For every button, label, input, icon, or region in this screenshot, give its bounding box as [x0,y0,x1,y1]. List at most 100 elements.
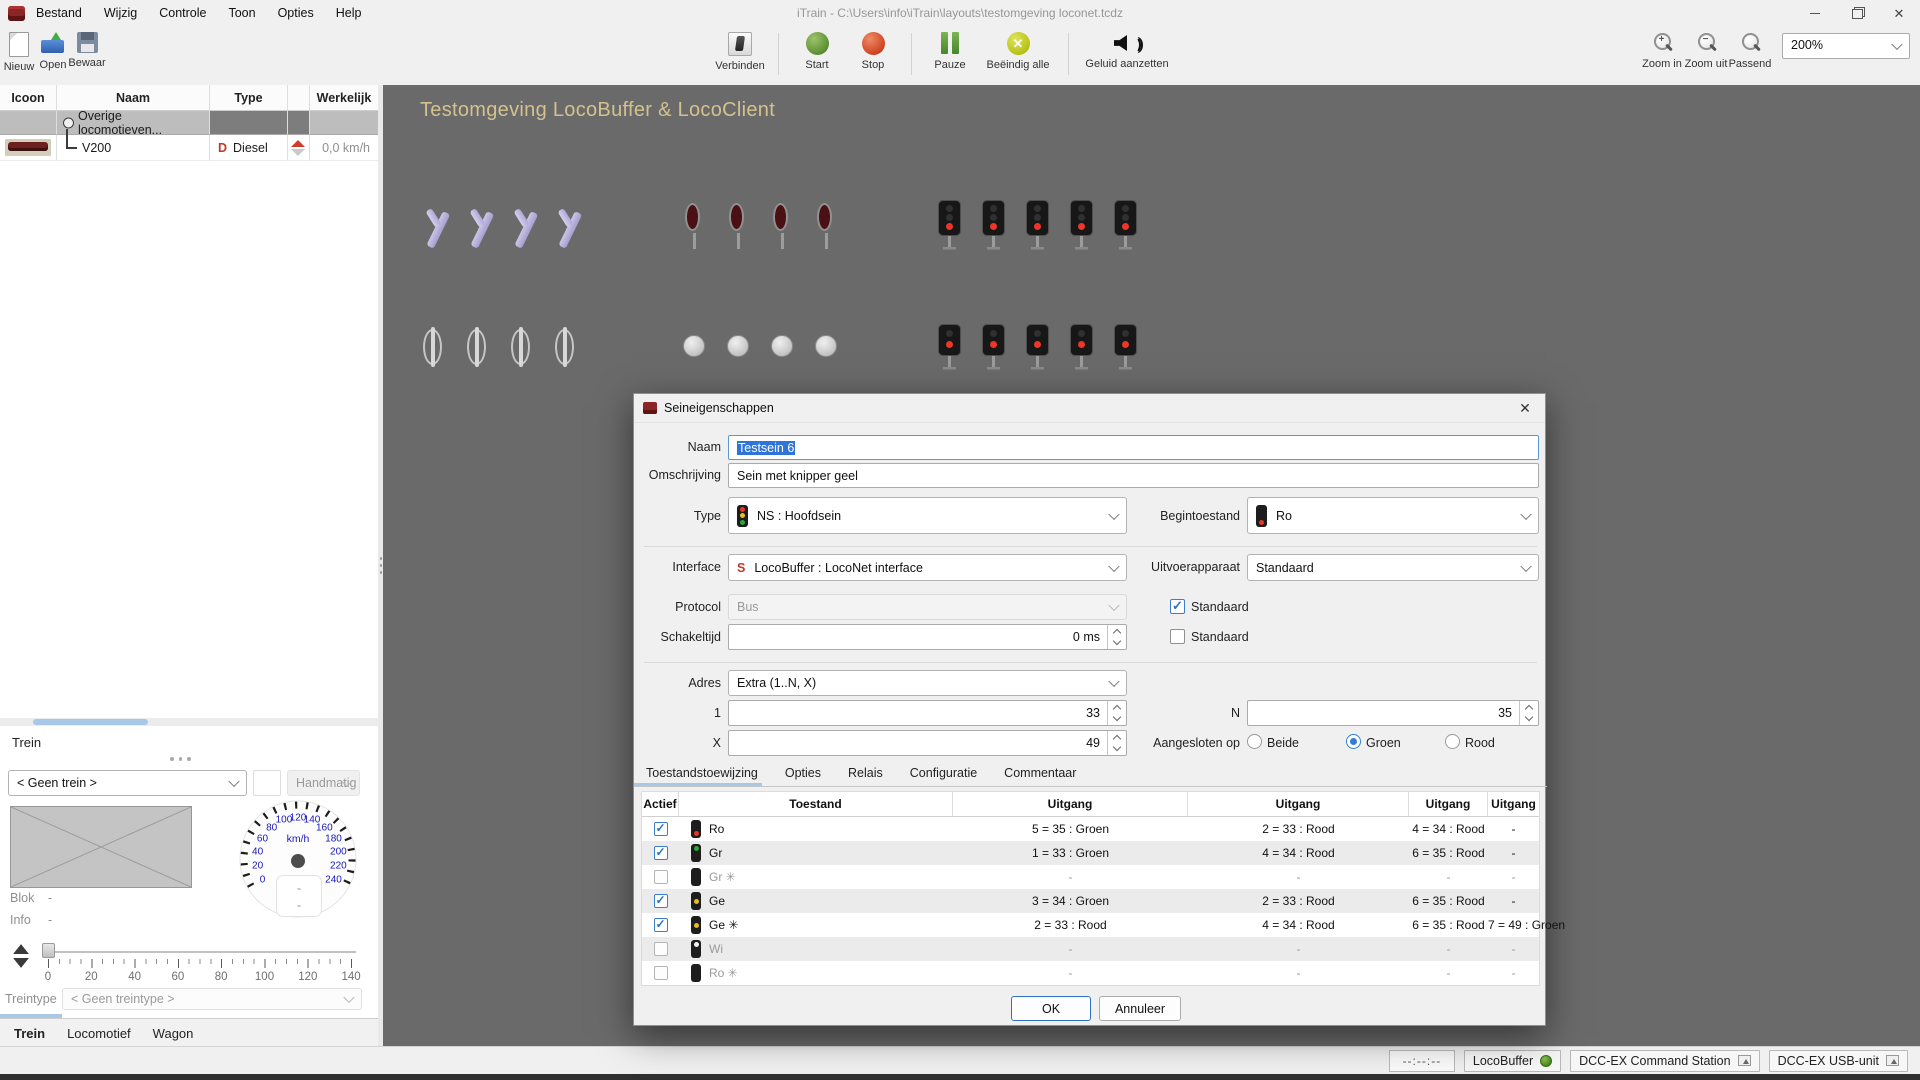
tree-expander-icon[interactable] [63,117,74,128]
state-active-checkbox[interactable] [654,942,668,956]
column-header-werkelijk[interactable]: Werkelijk [310,85,378,111]
naam-input[interactable]: Testsein 6 [728,435,1539,460]
tab-trein[interactable]: Trein [0,1026,45,1041]
group-row-actual-cell[interactable] [310,111,378,135]
connect-button[interactable]: Verbinden [712,27,768,72]
group-row-type-cell[interactable] [210,111,288,135]
signal-lens-icon[interactable] [555,327,579,379]
minimize-button[interactable] [1794,0,1836,27]
signal-head3-icon[interactable] [939,201,963,253]
state-row-6[interactable]: Wi---- [642,937,1539,961]
signal-disc-icon[interactable] [683,327,707,379]
tab-wagon[interactable]: Wagon [131,1026,194,1041]
stop-button[interactable]: Stop [845,27,901,71]
signal-lens-icon[interactable] [467,327,491,379]
interface-locobuffer[interactable]: LocoBuffer [1464,1050,1561,1072]
radio-rood[interactable] [1445,734,1460,749]
signal-head2-icon[interactable] [983,325,1007,377]
state-row-2[interactable]: Gr1 = 33 : Groen4 = 34 : Rood6 = 35 : Ro… [642,841,1539,865]
close-button[interactable]: ✕ [1878,0,1920,27]
signal-oval-icon[interactable] [771,203,795,255]
signal-oval-icon[interactable] [815,203,839,255]
speed-slider-track[interactable] [42,951,356,953]
tab-commentaar[interactable]: Commentaar [1004,766,1076,780]
train-select[interactable]: < Geen trein > [8,770,247,796]
state-row-4[interactable]: Ge3 = 34 : Groen2 = 33 : Rood6 = 35 : Ro… [642,889,1539,913]
signal-arm-icon[interactable] [511,203,535,255]
direction-toggle-icon[interactable] [12,943,30,969]
state-row-7[interactable]: Ro ✳---- [642,961,1539,985]
maximize-button[interactable] [1836,0,1878,27]
column-header-icoon[interactable]: Icoon [0,85,57,111]
end-all-button[interactable]: Beëindig alle [978,27,1058,71]
signal-disc-icon[interactable] [815,327,839,379]
save-button[interactable]: Bewaar [70,27,104,73]
state-row-5[interactable]: Ge ✳2 = 33 : Rood4 = 34 : Rood6 = 35 : R… [642,913,1539,937]
tab-toestandstoewijzing[interactable]: Toestandstoewijzing [646,766,758,780]
radio-beide[interactable] [1247,734,1262,749]
signal-lens-icon[interactable] [423,327,447,379]
tab-locomotief[interactable]: Locomotief [45,1026,131,1041]
signal-oval-icon[interactable] [683,203,707,255]
start-button[interactable]: Start [789,27,845,71]
pause-button[interactable]: Pauze [922,27,978,71]
loco-row-speed-cell[interactable]: 0,0 km/h [310,135,378,161]
header-uitgang-4[interactable]: Uitgang [1488,792,1539,816]
tab-relais[interactable]: Relais [848,766,883,780]
signal-arm-icon[interactable] [555,203,579,255]
uitvoerapparaat-select[interactable]: Standaard [1247,554,1539,581]
tab-configuratie[interactable]: Configuratie [910,766,977,780]
interface-dccex-command-station[interactable]: DCC-EX Command Station [1570,1050,1759,1072]
state-active-checkbox[interactable] [654,822,668,836]
schakeltijd-standard-checkbox[interactable] [1170,629,1185,644]
radio-groen[interactable] [1346,734,1361,749]
menu-wijzig[interactable]: Wijzig [93,0,148,27]
signal-arm-icon[interactable] [423,203,447,255]
begintoestand-select[interactable]: Ro [1247,497,1539,534]
column-header-naam[interactable]: Naam [57,85,210,111]
menu-opties[interactable]: Opties [267,0,325,27]
dialog-close-button[interactable]: ✕ [1505,394,1545,422]
addrN-input[interactable]: 35 [1247,700,1539,726]
state-active-checkbox[interactable] [654,870,668,884]
state-active-checkbox[interactable] [654,894,668,908]
header-uitgang-1[interactable]: Uitgang [953,792,1188,816]
open-button[interactable]: Open [36,27,70,73]
header-uitgang-2[interactable]: Uitgang [1188,792,1409,816]
loco-row-direction-cell[interactable] [288,135,310,161]
loco-row[interactable]: V200 [57,135,210,161]
omschrijving-input[interactable]: Sein met knipper geel [728,463,1539,488]
signal-head3-icon[interactable] [983,201,1007,253]
tab-opties[interactable]: Opties [785,766,821,780]
speed-slider-thumb[interactable] [42,943,55,958]
zoom-level-select[interactable]: 200% [1782,33,1910,59]
zoom-in-button[interactable]: + Zoom in [1640,27,1684,70]
column-header-direction[interactable] [288,85,310,111]
menu-help[interactable]: Help [325,0,373,27]
schakeltijd-input[interactable]: 0 ms [728,624,1127,650]
treintype-select[interactable]: < Geen treintype > [62,988,362,1010]
zoom-fit-button[interactable]: Passend [1728,27,1772,70]
state-active-checkbox[interactable] [654,846,668,860]
ok-button[interactable]: OK [1011,996,1091,1021]
menu-toon[interactable]: Toon [217,0,266,27]
header-toestand[interactable]: Toestand [679,792,953,816]
splitter-handle[interactable] [170,757,196,761]
signal-lens-icon[interactable] [511,327,535,379]
signal-disc-icon[interactable] [727,327,751,379]
spinner-buttons[interactable] [1519,701,1538,725]
signal-head2-icon[interactable] [1115,325,1139,377]
signal-head2-icon[interactable] [1071,325,1095,377]
protocol-select[interactable]: Bus [728,594,1127,620]
loco-row-type-cell[interactable]: D Diesel [210,135,288,161]
scrollbar-thumb[interactable] [33,719,148,725]
column-header-type[interactable]: Type [210,85,288,111]
train-color-box[interactable] [253,770,281,796]
signal-head3-icon[interactable] [1071,201,1095,253]
cancel-button[interactable]: Annuleer [1099,996,1181,1021]
new-button[interactable]: Nieuw [2,27,36,73]
signal-head3-icon[interactable] [1027,201,1051,253]
adres-select[interactable]: Extra (1..N, X) [728,670,1127,696]
protocol-standard-checkbox[interactable] [1170,599,1185,614]
state-row-1[interactable]: Ro5 = 35 : Groen2 = 33 : Rood4 = 34 : Ro… [642,817,1539,841]
